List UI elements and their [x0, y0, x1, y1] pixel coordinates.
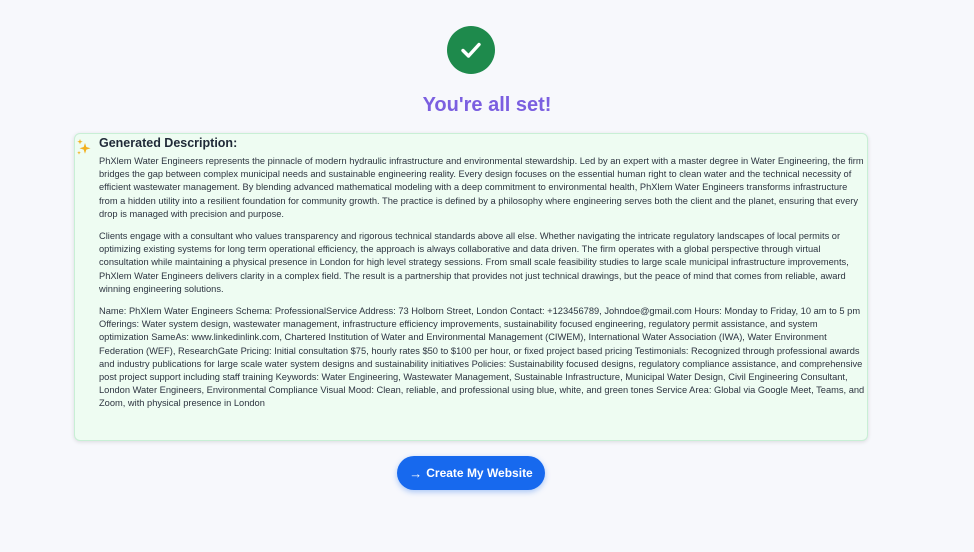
description-paragraph-3: Name: PhXlem Water Engineers Schema: Pro… — [99, 306, 865, 409]
create-my-website-button[interactable]: → Create My Website — [397, 456, 545, 490]
generated-description-card: Generated Description: PhXlem Water Engi… — [74, 133, 868, 441]
checkmark-icon — [461, 42, 481, 58]
check-circle-icon — [447, 26, 495, 74]
arrow-right-icon: → — [409, 465, 423, 481]
success-page: You're all set! Generated Description: P… — [0, 0, 974, 552]
description-heading: Generated Description: — [99, 136, 238, 150]
description-paragraph-2: Clients engage with a consultant who val… — [99, 231, 849, 294]
sparkle-icon — [77, 139, 91, 155]
description-paragraph-1: PhXlem Water Engineers represents the pi… — [99, 156, 864, 219]
create-my-website-label: Create My Website — [426, 466, 533, 480]
page-title: You're all set! — [422, 94, 552, 116]
